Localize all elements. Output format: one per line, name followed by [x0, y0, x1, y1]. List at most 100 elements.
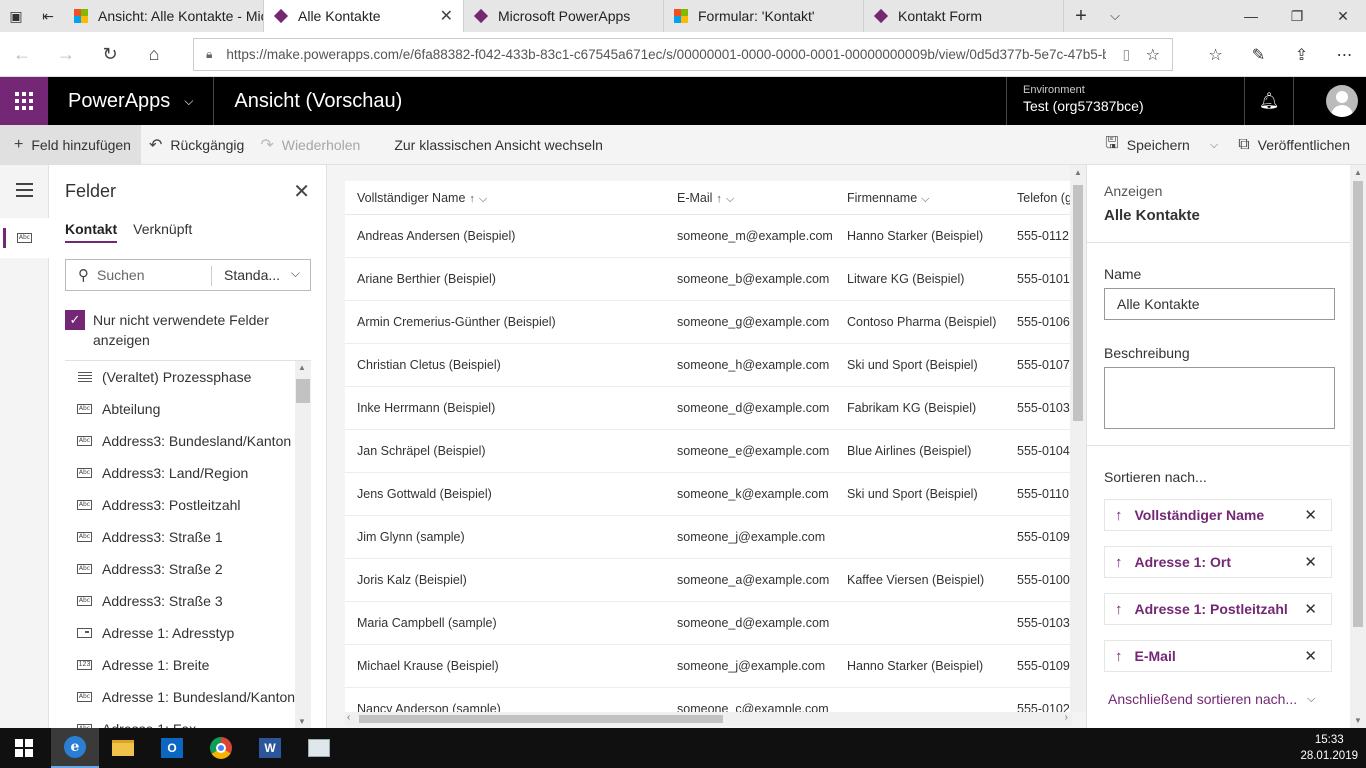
remove-sort-icon[interactable]: ✕ [1304, 600, 1317, 618]
table-row[interactable]: Christian Cletus (Beispiel) someone_h@exa… [345, 344, 1072, 387]
taskbar-word[interactable]: W [246, 728, 294, 768]
unused-fields-checkbox[interactable]: ✓ Nur nicht verwendete Felder anzeigen [65, 310, 305, 350]
remove-sort-icon[interactable]: ✕ [1304, 506, 1317, 524]
table-row[interactable]: Nancy Anderson (sample) someone_c@example… [345, 688, 1072, 712]
app-name-menu[interactable]: PowerApps ⌵ [68, 90, 193, 113]
minimize-icon[interactable]: — [1228, 0, 1274, 32]
search-input[interactable]: Suchen [97, 267, 144, 283]
field-list-item[interactable]: Abc Abteilung [65, 393, 295, 425]
save-options-chevron-icon[interactable]: ⌵ [1198, 139, 1230, 152]
properties-scrollbar[interactable]: ▲ ▼ [1350, 165, 1366, 728]
view-name-input[interactable]: Alle Kontakte [1104, 288, 1335, 320]
sort-item[interactable]: ↑ Vollständiger Name ✕ [1104, 499, 1332, 531]
close-icon[interactable]: ✕ [293, 179, 310, 204]
taskbar-explorer[interactable] [99, 728, 147, 768]
tab-verknuepft[interactable]: Verknüpft [133, 221, 192, 243]
browser-tab[interactable]: Formular: 'Kontakt' [664, 0, 864, 32]
more-options-icon[interactable]: ⋯ [1323, 45, 1366, 65]
column-menu-chevron-icon[interactable]: ⌵ [726, 193, 734, 205]
taskbar-outlook[interactable]: O [148, 728, 196, 768]
remove-sort-icon[interactable]: ✕ [1304, 553, 1317, 571]
hamburger-menu-icon[interactable] [16, 183, 33, 201]
remove-sort-icon[interactable]: ✕ [1304, 647, 1317, 665]
column-menu-chevron-icon[interactable]: ⌵ [479, 193, 487, 205]
tab-preview-chevron-icon[interactable]: ⌵ [1098, 0, 1132, 32]
taskbar-chrome[interactable] [197, 728, 245, 768]
table-row[interactable]: Michael Krause (Beispiel) someone_j@examp… [345, 645, 1072, 688]
scroll-up-icon[interactable]: ▲ [298, 363, 306, 372]
forward-icon[interactable]: → [44, 44, 88, 65]
redo-button[interactable]: ↷ Wiederholen [252, 125, 368, 165]
chevron-down-icon[interactable]: ⌵ [291, 266, 300, 281]
field-list-item[interactable]: Abc Address3: Straße 3 [65, 585, 295, 617]
set-tabs-aside-icon[interactable]: ⇤ [32, 0, 64, 32]
scroll-down-icon[interactable]: ▼ [1354, 716, 1362, 725]
column-menu-chevron-icon[interactable]: ⌵ [921, 193, 929, 205]
browser-tab[interactable]: Alle Kontakte ✕ [264, 0, 464, 32]
table-row[interactable]: Inke Herrmann (Beispiel) someone_d@exampl… [345, 387, 1072, 430]
reading-view-icon[interactable]: ▯ [1123, 47, 1130, 63]
environment-picker[interactable]: Environment Test (org57387bce) [1006, 77, 1244, 125]
scroll-down-icon[interactable]: ▼ [298, 717, 306, 726]
browser-tab[interactable]: Microsoft PowerApps [464, 0, 664, 32]
scroll-up-icon[interactable]: ▲ [1074, 168, 1082, 177]
start-button[interactable] [0, 728, 48, 768]
table-row[interactable]: Joris Kalz (Beispiel) someone_a@example.c… [345, 559, 1072, 602]
tab-manager-icon[interactable]: ▣ [0, 0, 32, 32]
table-row[interactable]: Jim Glynn (sample) someone_j@example.com 5… [345, 516, 1072, 559]
column-header[interactable]: Vollständiger Name ↑ ⌵ [357, 191, 487, 206]
field-list-item[interactable]: Abc Adresse 1: Bundesland/Kanton [65, 681, 295, 713]
sort-item[interactable]: ↑ Adresse 1: Postleitzahl ✕ [1104, 593, 1332, 625]
close-tab-icon[interactable]: ✕ [440, 6, 453, 26]
field-list-item[interactable]: Abc Address3: Land/Region [65, 457, 295, 489]
field-list-scrollbar[interactable]: ▲ ▼ [295, 361, 311, 728]
column-header[interactable]: E-Mail ↑ ⌵ [677, 191, 734, 206]
table-row[interactable]: Ariane Berthier (Beispiel) someone_b@exam… [345, 258, 1072, 301]
browser-tab[interactable]: Ansicht: Alle Kontakte - Mic [64, 0, 264, 32]
scroll-thumb[interactable] [359, 715, 723, 723]
favorite-star-icon[interactable]: ☆ [1146, 45, 1160, 65]
refresh-icon[interactable]: ↻ [88, 44, 132, 65]
description-textarea[interactable] [1104, 367, 1335, 429]
scroll-up-icon[interactable]: ▲ [1354, 168, 1362, 177]
restore-icon[interactable]: ❐ [1274, 0, 1320, 32]
field-list-item[interactable]: Abc Address3: Postleitzahl [65, 489, 295, 521]
system-clock[interactable]: 15:33 28.01.2019 [1300, 732, 1358, 764]
sort-item[interactable]: ↑ Adresse 1: Ort ✕ [1104, 546, 1332, 578]
scroll-thumb[interactable] [1353, 181, 1363, 627]
field-list-item[interactable]: 123 Adresse 1: Breite [65, 649, 295, 681]
avatar[interactable] [1326, 85, 1358, 117]
then-sort-button[interactable]: Anschließend sortieren nach... ⌵ [1108, 691, 1315, 707]
rail-item-fields[interactable]: Abc [0, 218, 49, 258]
scroll-right-icon[interactable]: › [1065, 712, 1068, 723]
undo-button[interactable]: ↶ Rückgängig [141, 125, 252, 165]
table-row[interactable]: Jens Gottwald (Beispiel) someone_k@exampl… [345, 473, 1072, 516]
publish-button[interactable]: ⧉ Veröffentlichen [1230, 125, 1366, 165]
home-icon[interactable]: ⌂ [132, 44, 176, 65]
app-launcher-icon[interactable] [0, 77, 48, 125]
close-window-icon[interactable]: ✕ [1320, 0, 1366, 32]
field-list-item[interactable]: Abc Address3: Straße 2 [65, 553, 295, 585]
new-tab-button[interactable]: + [1064, 0, 1098, 32]
field-list-item[interactable]: (Veraltet) Prozessphase [65, 361, 295, 393]
table-row[interactable]: Maria Campbell (sample) someone_d@example… [345, 602, 1072, 645]
scroll-thumb[interactable] [296, 379, 310, 403]
field-type-filter[interactable]: Standa... [224, 267, 280, 283]
back-icon[interactable]: ← [0, 44, 44, 65]
grid-vertical-scrollbar[interactable]: ▲ [1070, 165, 1086, 712]
scroll-left-icon[interactable]: ‹ [347, 712, 350, 723]
taskbar-photos[interactable] [295, 728, 343, 768]
tab-kontakt[interactable]: Kontakt [65, 221, 118, 243]
table-row[interactable]: Armin Cremerius-Günther (Beispiel) someon… [345, 301, 1072, 344]
table-row[interactable]: Andreas Andersen (Beispiel) someone_m@exa… [345, 215, 1072, 258]
field-list-item[interactable]: Adresse 1: Adresstyp [65, 617, 295, 649]
browser-tab[interactable]: Kontakt Form [864, 0, 1064, 32]
notifications-bell-icon[interactable]: 🔔︎ [1244, 77, 1293, 125]
web-note-icon[interactable]: ✎ [1237, 45, 1280, 65]
field-list-item[interactable]: Abc Address3: Bundesland/Kanton [65, 425, 295, 457]
add-field-button[interactable]: + Feld hinzufügen [0, 124, 141, 165]
table-row[interactable]: Jan Schräpel (Beispiel) someone_e@example… [345, 430, 1072, 473]
grid-horizontal-scrollbar[interactable]: ‹ › [345, 712, 1072, 726]
save-button[interactable]: 🖫 Speichern [1097, 125, 1198, 165]
classic-view-button[interactable]: Zur klassischen Ansicht wechseln [386, 125, 611, 165]
